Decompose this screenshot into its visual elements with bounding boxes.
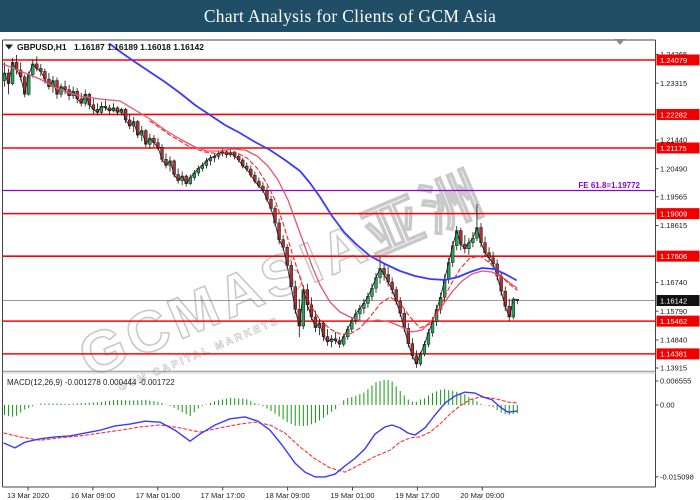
- price-badge-label: 1.22282: [660, 110, 687, 119]
- chart-shift-marker-icon[interactable]: [615, 39, 625, 45]
- time-tick-label: 16 Mar 09:00: [71, 491, 115, 500]
- macd-layer: [4, 380, 517, 477]
- price-badge-label: 1.14381: [660, 350, 687, 359]
- time-tick-label: 18 Mar 09:00: [265, 491, 309, 500]
- price-badge-label: 1.24079: [660, 56, 687, 65]
- quote-values: 1.16187 1.16189 1.16018 1.16142: [74, 42, 204, 52]
- price-tick-label: 1.23315: [660, 79, 687, 88]
- level-lines-layer: [3, 60, 656, 354]
- price-tick-label: 1.14840: [660, 336, 687, 345]
- fibo-extension-label: FE 61.8=1.19772: [578, 181, 640, 190]
- title-bar: Chart Analysis for Clients of GCM Asia: [0, 0, 700, 32]
- time-tick-label: 19 Mar 17:00: [395, 491, 439, 500]
- price-tick-label: 1.16740: [660, 278, 687, 287]
- time-tick-label: 17 Mar 17:00: [201, 491, 245, 500]
- time-tick-label: 13 Mar 2020: [7, 491, 49, 500]
- time-tick-label: 19 Mar 01:00: [330, 491, 374, 500]
- price-badge-label: 1.21175: [660, 144, 687, 153]
- symbol-label: GBPUSD,H1: [17, 42, 67, 52]
- price-badge-label: 1.15462: [660, 317, 687, 326]
- price-chart[interactable]: GCMASIA亚洲 GCM CAPITAL MARKETS 1.242651.2…: [0, 32, 700, 500]
- price-tick-label: 1.18615: [660, 221, 687, 230]
- price-tick-label: 1.13915: [660, 364, 687, 373]
- macd-tick-label: 0.00: [660, 401, 675, 410]
- price-tick-label: 1.15790: [660, 307, 687, 316]
- time-tick-label: 20 Mar 09:00: [460, 491, 504, 500]
- price-tick-label: 1.19565: [660, 192, 687, 201]
- watermark-text: GCMASIA亚洲: [70, 160, 496, 390]
- price-tick-label: 1.20490: [660, 164, 687, 173]
- time-tick-label: 17 Mar 01:00: [136, 491, 180, 500]
- symbol-dropdown-icon[interactable]: [5, 45, 13, 50]
- macd-tick-label: -0.015098: [660, 472, 694, 481]
- macd-tick-label: 0.006555: [660, 377, 691, 386]
- watermark: GCMASIA亚洲 GCM CAPITAL MARKETS: [70, 160, 496, 394]
- price-badge-label: 1.17606: [660, 252, 687, 261]
- current-price-label: 1.16142: [660, 296, 687, 305]
- price-badge-label: 1.19009: [660, 209, 687, 218]
- macd-indicator-label: MACD(12,26,9) -0.001278 0.000444 -0.0017…: [7, 378, 175, 387]
- page-title: Chart Analysis for Clients of GCM Asia: [204, 6, 496, 27]
- chart-window: Chart Analysis for Clients of GCM Asia G…: [0, 0, 700, 500]
